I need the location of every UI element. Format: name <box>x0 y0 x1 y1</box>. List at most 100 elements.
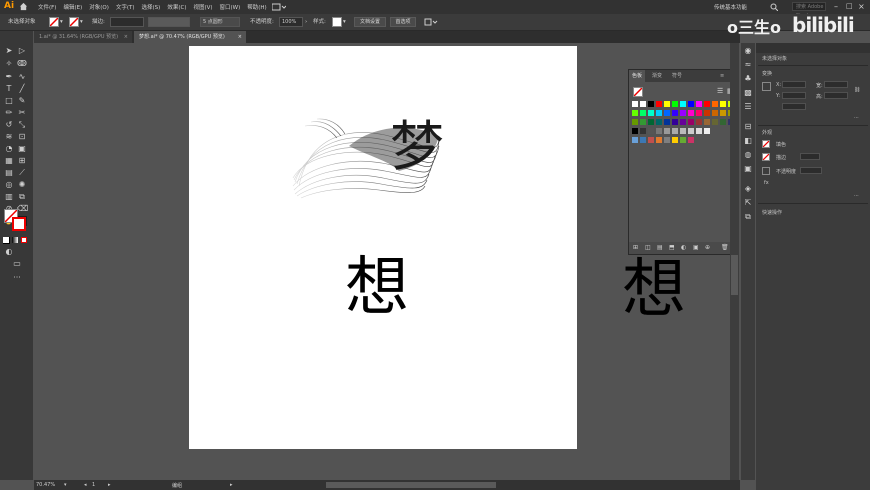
color-swatch[interactable] <box>688 101 694 107</box>
gradient-tool-icon[interactable]: ▤ <box>4 168 14 178</box>
tab-symbols[interactable]: 符号 <box>669 70 685 82</box>
more-tools-icon[interactable]: ··· <box>12 273 22 283</box>
artboard[interactable]: 梦 想 <box>189 46 577 449</box>
new-color-group-icon[interactable]: ▣ <box>693 244 699 251</box>
warp-tool-icon[interactable]: ≋ <box>4 132 14 142</box>
rectangle-tool-icon[interactable]: □ <box>4 96 14 106</box>
color-swatch[interactable] <box>672 128 678 134</box>
color-swatch[interactable] <box>648 101 654 107</box>
perspective-grid-tool-icon[interactable]: ▦ <box>4 156 14 166</box>
menu-window[interactable]: 窗口(W) <box>220 3 241 11</box>
tab-gradient[interactable]: 渐变 <box>649 70 665 82</box>
tab-document-1[interactable]: 1.ai* @ 31.64% (RGB/GPU 预览) × <box>34 31 132 43</box>
color-swatch[interactable] <box>640 101 646 107</box>
pathfinder-panel-icon[interactable]: ◧ <box>743 136 753 146</box>
layers-panel-icon[interactable]: ◈ <box>743 184 753 194</box>
artboards-panel-icon[interactable]: ⧉ <box>743 212 753 222</box>
rotate-tool-icon[interactable]: ↺ <box>4 120 14 130</box>
color-swatch[interactable] <box>664 128 670 134</box>
opacity-field[interactable] <box>800 167 822 174</box>
menu-object[interactable]: 对象(O) <box>89 3 109 11</box>
stroke-swatch[interactable] <box>69 17 79 27</box>
preferences-button[interactable]: 首选项 <box>390 17 416 27</box>
color-swatch[interactable] <box>688 110 694 116</box>
vertical-scrollbar[interactable] <box>730 43 739 480</box>
color-swatch[interactable] <box>648 128 654 134</box>
color-swatch[interactable] <box>656 110 662 116</box>
stroke-color-box[interactable] <box>12 217 26 231</box>
color-swatch[interactable] <box>640 137 646 143</box>
prev-artboard-icon[interactable]: ◂ <box>84 482 87 488</box>
mesh-tool-icon[interactable]: ⊞ <box>17 156 27 166</box>
color-swatch[interactable] <box>632 101 638 107</box>
draw-normal-icon[interactable]: ◐ <box>4 247 14 257</box>
color-swatch[interactable] <box>632 119 638 125</box>
color-swatch[interactable] <box>680 119 686 125</box>
image-trace-panel-icon[interactable]: ▣ <box>743 164 753 174</box>
color-swatch[interactable] <box>704 128 710 134</box>
color-swatch[interactable] <box>704 110 710 116</box>
brush-definition[interactable]: 5 点圆形 <box>200 17 240 27</box>
swatch-fill-preview[interactable] <box>633 87 643 97</box>
arrange-icon[interactable] <box>424 17 438 27</box>
color-swatch[interactable] <box>720 101 726 107</box>
stock-search-input[interactable]: 搜索 Adobe Stock <box>792 2 826 19</box>
paintbrush-tool-icon[interactable]: ✎ <box>17 96 27 106</box>
color-panel-icon[interactable]: ◉ <box>743 46 753 56</box>
think-character-pasteboard[interactable]: 想 <box>622 258 686 322</box>
color-swatch[interactable] <box>672 137 678 143</box>
chevron-down-icon[interactable]: ▾ <box>80 17 83 27</box>
color-swatch[interactable] <box>648 137 654 143</box>
color-swatch[interactable] <box>640 110 646 116</box>
color-swatch[interactable] <box>704 101 710 107</box>
status-menu-icon[interactable]: ▸ <box>230 482 233 488</box>
minimize-icon[interactable]: – <box>834 2 838 11</box>
menu-type[interactable]: 文字(T) <box>116 3 135 11</box>
curvature-tool-icon[interactable]: ∿ <box>17 72 27 82</box>
color-swatch[interactable] <box>632 110 638 116</box>
color-swatch[interactable] <box>656 128 662 134</box>
color-swatch[interactable] <box>656 137 662 143</box>
maximize-icon[interactable]: □ <box>846 2 853 10</box>
chevron-down-icon[interactable]: ▾ <box>343 17 346 27</box>
next-artboard-icon[interactable]: ▸ <box>108 482 111 488</box>
screen-mode-icon[interactable]: ▭ <box>12 259 22 269</box>
color-swatch[interactable] <box>712 119 718 125</box>
arrange-docs-icon[interactable] <box>271 3 287 11</box>
brushes-panel-icon[interactable]: ≈ <box>743 60 753 70</box>
panel-menu-icon[interactable]: ≡ <box>717 70 727 82</box>
color-swatch[interactable] <box>656 119 662 125</box>
zoom-level[interactable]: 70.47% <box>36 482 55 488</box>
magic-wand-tool-icon[interactable]: ✧ <box>4 59 14 69</box>
menu-effect[interactable]: 效果(C) <box>167 3 186 11</box>
color-swatch[interactable] <box>656 101 662 107</box>
selection-tool-icon[interactable]: ➤ <box>4 46 14 56</box>
eraser-tool-icon[interactable]: ⌫ <box>17 204 28 214</box>
color-swatch[interactable] <box>688 119 694 125</box>
color-swatch[interactable] <box>696 101 702 107</box>
menu-edit[interactable]: 编辑(E) <box>63 3 82 11</box>
list-view-icon[interactable]: ☰ <box>717 87 723 95</box>
color-swatch[interactable] <box>680 137 686 143</box>
color-swatch[interactable] <box>688 137 694 143</box>
line-tool-icon[interactable]: ╱ <box>17 84 27 94</box>
symbols-panel-icon[interactable]: ♣ <box>743 74 753 84</box>
menu-view[interactable]: 视图(V) <box>193 3 212 11</box>
artboard-number[interactable]: 1 <box>92 482 95 488</box>
color-swatch[interactable] <box>720 110 726 116</box>
close-icon[interactable]: × <box>858 2 865 11</box>
document-setup-button[interactable]: 文档设置 <box>354 17 386 27</box>
reference-point-icon[interactable] <box>762 82 771 91</box>
rotate-input[interactable] <box>782 103 806 110</box>
graphic-styles-panel-icon[interactable]: ▩ <box>743 88 753 98</box>
dream-character[interactable]: 梦 <box>390 120 444 174</box>
free-transform-tool-icon[interactable]: ⊡ <box>17 132 27 142</box>
artboard-tool-icon[interactable]: ⧉ <box>17 192 27 202</box>
new-swatch-icon[interactable]: ⊕ <box>705 244 710 251</box>
none-mode-icon[interactable] <box>21 237 27 243</box>
style-swatch[interactable] <box>332 17 342 27</box>
color-swatch[interactable] <box>632 137 638 143</box>
pencil-tool-icon[interactable]: ✏ <box>4 108 14 118</box>
menu-file[interactable]: 文件(F) <box>38 3 56 11</box>
close-tab-icon[interactable]: × <box>124 31 128 43</box>
